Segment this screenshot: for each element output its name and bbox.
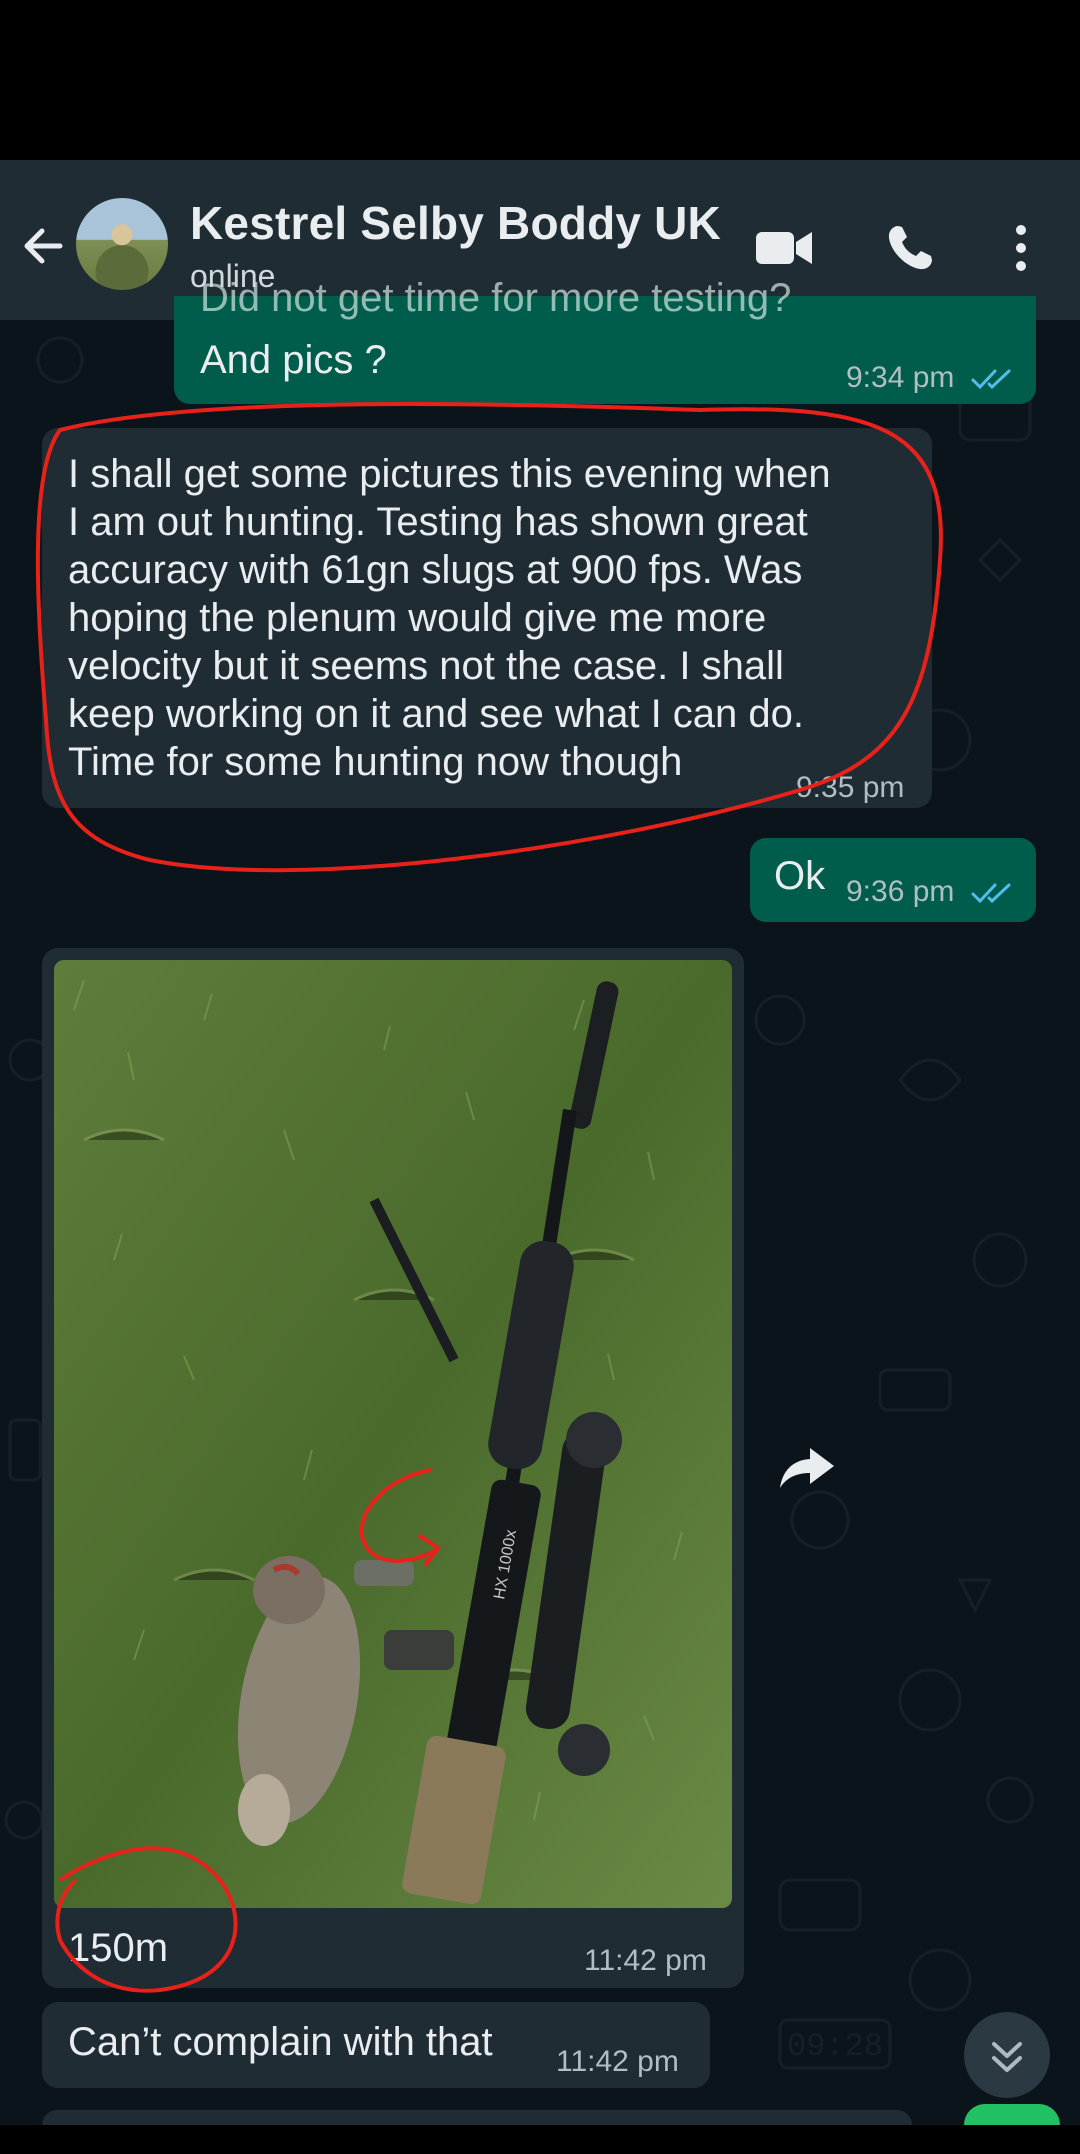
navigation-bar-area	[0, 2125, 1080, 2154]
message-photo[interactable]: HX 1000x	[54, 960, 732, 1908]
message-line: I am out hunting. Testing has shown grea…	[68, 500, 808, 544]
photo-rifle-and-rabbit: HX 1000x	[54, 960, 732, 1908]
message-bubble-incoming[interactable]: I shall get some pictures this evening w…	[42, 428, 932, 808]
scroll-to-bottom-button[interactable]	[964, 2012, 1050, 2098]
message-time: 11:42 pm	[556, 2045, 679, 2078]
time-label: 9:36 pm	[846, 875, 955, 908]
message-line: velocity but it seems not the case. I sh…	[68, 644, 784, 688]
message-line: I shall get some pictures this evening w…	[68, 452, 831, 496]
status-bar-area	[0, 0, 1080, 160]
read-receipt-icon	[971, 883, 1011, 904]
message-line: Time for some hunting now though	[68, 740, 683, 784]
message-bubble-outgoing[interactable]: Ok 9:36 pm	[750, 838, 1036, 922]
contact-avatar[interactable]	[76, 198, 168, 290]
message-time: 9:34 pm	[846, 354, 1015, 402]
time-label: 9:34 pm	[846, 361, 955, 394]
voice-call-icon[interactable]	[884, 222, 936, 274]
contact-name[interactable]: Kestrel Selby Boddy UK	[190, 196, 721, 250]
message-bubble-incoming[interactable]: Can’t complain with that 11:42 pm	[42, 2002, 710, 2088]
message-text: And pics ?	[200, 338, 387, 382]
message-text: Can’t complain with that	[68, 2020, 493, 2064]
read-receipt-icon	[971, 369, 1011, 390]
message-line: hoping the plenum would give me more	[68, 596, 767, 640]
message-time: 9:36 pm	[846, 868, 1015, 916]
message-bubble-incoming-partial	[42, 2110, 912, 2125]
message-time: 11:42 pm	[584, 1944, 707, 1977]
forward-icon[interactable]	[778, 1444, 836, 1492]
message-bubble-outgoing[interactable]: Did not get time for more testing? And p…	[174, 276, 1036, 404]
fab-partial[interactable]	[964, 2104, 1060, 2125]
double-chevron-down-icon	[992, 2042, 1022, 2072]
image-caption: 150m	[68, 1926, 169, 1970]
svg-text:09:28: 09:28	[787, 2028, 883, 2065]
message-text-partial: Did not get time for more testing?	[200, 276, 792, 320]
message-text: Ok	[774, 854, 826, 898]
message-line: accuracy with 61gn slugs at 900 fps. Was	[68, 548, 803, 592]
message-time: 9:35 pm	[796, 771, 905, 804]
video-call-icon[interactable]	[756, 228, 812, 268]
more-options-icon[interactable]	[1006, 222, 1036, 274]
message-line: keep working on it and see what I can do…	[68, 692, 805, 736]
back-arrow-icon[interactable]	[16, 218, 72, 274]
